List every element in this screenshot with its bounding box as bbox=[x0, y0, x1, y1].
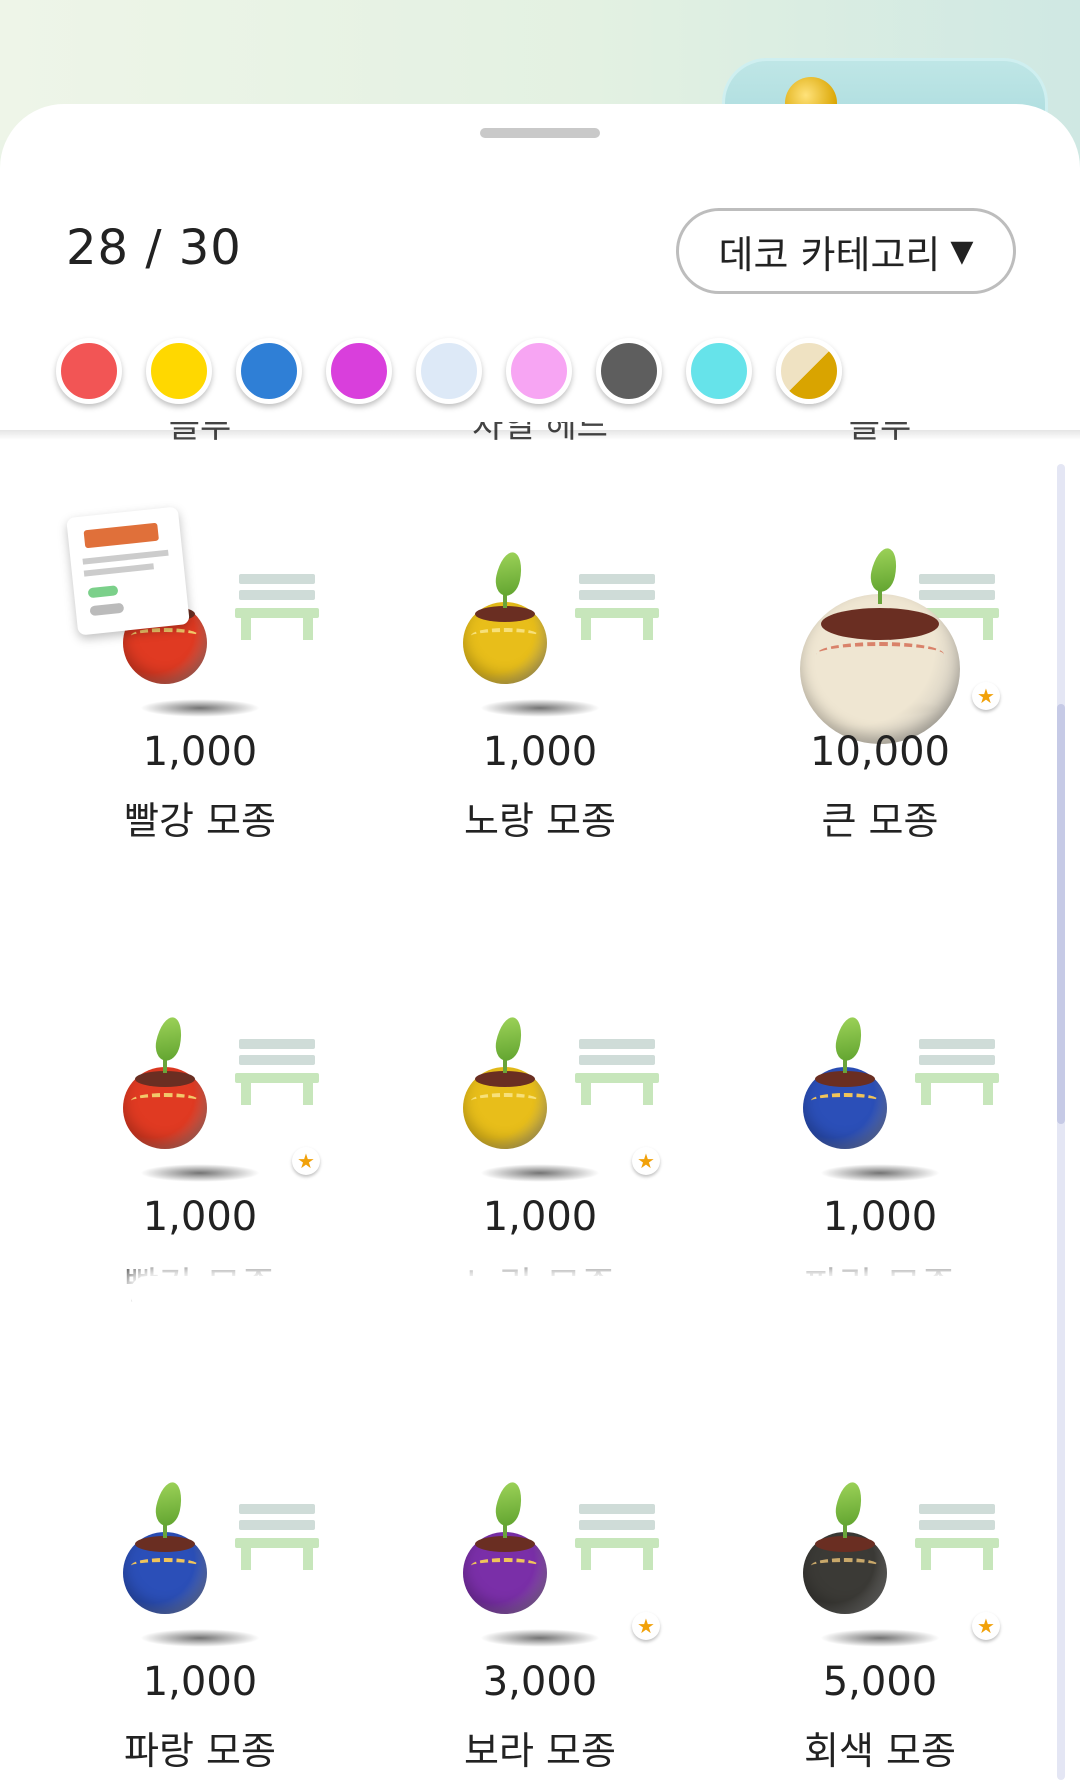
bench-icon bbox=[915, 1039, 999, 1105]
pot-shadow bbox=[820, 1164, 940, 1182]
item-price: 1,000 bbox=[482, 729, 598, 775]
pot-soil bbox=[475, 1071, 535, 1087]
star-icon: ★ bbox=[632, 1612, 660, 1640]
item-price: 1,000 bbox=[482, 1194, 598, 1240]
pot-shadow bbox=[480, 699, 600, 717]
color-swatch-purple[interactable] bbox=[326, 338, 392, 404]
leaf-icon bbox=[832, 1014, 866, 1064]
floating-preview-card[interactable] bbox=[66, 506, 190, 636]
shop-item[interactable]: ★ 5,000 회색 모종 bbox=[710, 1424, 1050, 1786]
bench-icon bbox=[235, 574, 319, 640]
color-swatch-mixed[interactable] bbox=[776, 338, 842, 404]
category-dropdown-label: 데코 카테고리 bbox=[718, 232, 941, 277]
shop-item[interactable]: 1,000 노랑 모종 bbox=[370, 494, 710, 914]
item-name: 노랑 모종 bbox=[464, 799, 616, 843]
color-swatch-yellow[interactable] bbox=[146, 338, 212, 404]
shop-item[interactable]: ★ 10,000 큰 모종 bbox=[710, 494, 1050, 914]
scrollbar-thumb[interactable] bbox=[1057, 704, 1065, 1124]
leaf-icon bbox=[492, 1479, 526, 1529]
item-price: 1,000 bbox=[822, 1194, 938, 1240]
triangle-down-icon: ▼ bbox=[950, 233, 974, 269]
item-price: 1,000 bbox=[142, 729, 258, 775]
pot-shadow bbox=[140, 1164, 260, 1182]
star-icon: ★ bbox=[292, 1147, 320, 1175]
item-name: 빨강 모종 bbox=[124, 799, 276, 843]
leaf-icon bbox=[152, 1479, 186, 1529]
leaf-icon bbox=[492, 549, 526, 599]
redaction-scribble bbox=[70, 864, 1030, 898]
item-price: 1,000 bbox=[142, 1194, 258, 1240]
header-divider-shadow bbox=[0, 430, 1080, 440]
pot-soil bbox=[475, 606, 535, 622]
pot-soil bbox=[821, 608, 939, 640]
color-swatch-light-blue[interactable] bbox=[416, 338, 482, 404]
item-name: 파랑 모종 bbox=[124, 1729, 276, 1773]
bench-icon bbox=[235, 1504, 319, 1570]
shop-item[interactable]: ★ 3,000 보라 모종 bbox=[370, 1424, 710, 1786]
cut-off-labels-row: 블루 차일 헤드 블루 bbox=[0, 422, 1080, 462]
pot-soil bbox=[135, 1536, 195, 1552]
category-dropdown-button[interactable]: 데코 카테고리 ▼ bbox=[676, 208, 1016, 294]
shop-item[interactable]: ★1,000노랑 모종 bbox=[370, 959, 710, 1379]
pot-soil bbox=[475, 1536, 535, 1552]
item-price: 5,000 bbox=[822, 1659, 938, 1705]
pot-shadow bbox=[820, 1629, 940, 1647]
pot-shadow bbox=[480, 1629, 600, 1647]
leaf-icon bbox=[492, 1014, 526, 1064]
pot-shadow bbox=[140, 699, 260, 717]
item-price: 1,000 bbox=[142, 1659, 258, 1705]
leaf-icon bbox=[832, 1479, 866, 1529]
color-swatch-cyan[interactable] bbox=[686, 338, 752, 404]
bench-icon bbox=[575, 574, 659, 640]
bench-icon bbox=[575, 1504, 659, 1570]
bottom-sheet: 28 / 30 데코 카테고리 ▼ 블루 차일 헤드 블루 1,000 빨강 모종… bbox=[0, 104, 1080, 1786]
shop-item[interactable]: 1,000파랑 모종 bbox=[710, 959, 1050, 1379]
star-icon: ★ bbox=[972, 682, 1000, 710]
item-name: 큰 모종 bbox=[821, 799, 939, 843]
star-icon: ★ bbox=[972, 1612, 1000, 1640]
item-name: 보라 모종 bbox=[464, 1729, 616, 1773]
color-swatch-gray[interactable] bbox=[596, 338, 662, 404]
pot-soil bbox=[135, 1071, 195, 1087]
item-price: 10,000 bbox=[810, 729, 950, 775]
pot-soil bbox=[815, 1071, 875, 1087]
pot-shadow bbox=[140, 1629, 260, 1647]
bench-icon bbox=[575, 1039, 659, 1105]
color-swatch-blue[interactable] bbox=[236, 338, 302, 404]
sheet-drag-handle[interactable] bbox=[480, 128, 600, 138]
redaction-scribble bbox=[130, 1276, 1050, 1310]
shop-item[interactable]: ★1,000빨강 모종 bbox=[30, 959, 370, 1379]
leaf-icon bbox=[152, 1014, 186, 1064]
star-icon: ★ bbox=[632, 1147, 660, 1175]
item-name: 회색 모종 bbox=[804, 1729, 956, 1773]
bench-icon bbox=[235, 1039, 319, 1105]
pot-shadow bbox=[480, 1164, 600, 1182]
item-price: 3,000 bbox=[482, 1659, 598, 1705]
leaf-icon bbox=[867, 545, 901, 595]
bench-icon bbox=[915, 1504, 999, 1570]
color-swatch-red[interactable] bbox=[56, 338, 122, 404]
shop-item[interactable]: 1,000 파랑 모종 bbox=[30, 1424, 370, 1786]
color-swatch-pink[interactable] bbox=[506, 338, 572, 404]
pot-soil bbox=[815, 1536, 875, 1552]
scrollbar[interactable] bbox=[1057, 464, 1065, 1780]
item-count: 28 / 30 bbox=[66, 220, 242, 276]
